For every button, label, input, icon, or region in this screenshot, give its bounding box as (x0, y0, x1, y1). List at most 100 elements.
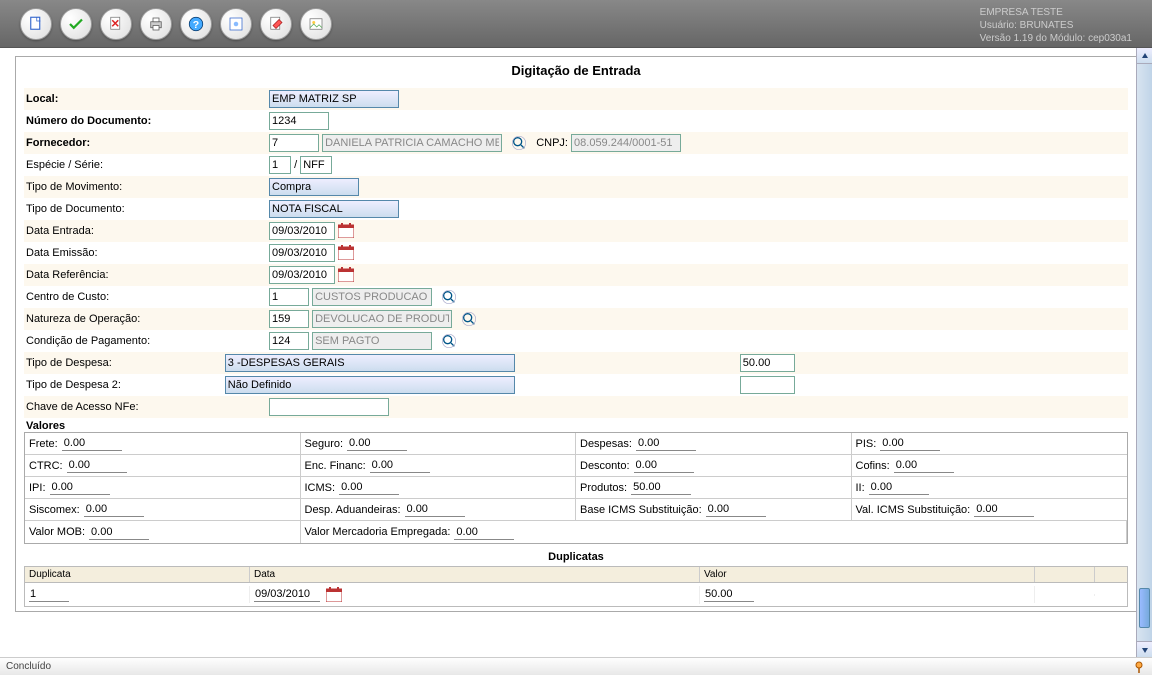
dup-col-data: Data (250, 567, 700, 582)
local-select[interactable]: EMP MATRIZ SP (269, 90, 399, 108)
pis-input (880, 436, 940, 451)
frete-input[interactable] (62, 436, 122, 451)
condicao-cod-input[interactable] (269, 332, 309, 350)
pis-label: PIS: (856, 438, 877, 450)
serie-input[interactable] (300, 156, 332, 174)
base-icms-sub-label: Base ICMS Substituição: (580, 504, 702, 516)
duplicatas-title: Duplicatas (24, 548, 1128, 566)
calendar-icon[interactable] (338, 267, 356, 283)
val-icms-sub-label: Val. ICMS Substituição: (856, 504, 971, 516)
natureza-lookup-icon[interactable] (459, 310, 479, 328)
tipo-despesa2-label: Tipo de Despesa 2: (24, 379, 225, 391)
print-button[interactable] (140, 8, 172, 40)
cancel-button[interactable] (100, 8, 132, 40)
header-info: EMPRESA TESTE Usuário: BRUNATES Versão 1… (980, 6, 1132, 45)
help-button[interactable]: ? (180, 8, 212, 40)
main-toolbar: ? EMPRESA TESTE Usuário: BRUNATES Versão… (0, 0, 1152, 48)
valor-merc-emp-input (454, 525, 514, 540)
ipi-label: IPI: (29, 482, 46, 494)
seguro-input[interactable] (347, 436, 407, 451)
cnpj-display (571, 134, 681, 152)
ii-input (869, 480, 929, 495)
desp-aduan-input (405, 502, 465, 517)
valores-title: Valores (24, 418, 1128, 432)
data-entrada-label: Data Entrada: (24, 225, 269, 237)
company-name: EMPRESA TESTE (980, 6, 1132, 19)
natureza-label: Natureza de Operação: (24, 313, 269, 325)
fornecedor-label: Fornecedor: (24, 137, 269, 149)
siscomex-input (84, 502, 144, 517)
local-label: Local: (24, 93, 269, 105)
calendar-icon[interactable] (338, 223, 356, 239)
produtos-label: Produtos: (580, 482, 627, 494)
tipo-movimento-label: Tipo de Movimento: (24, 181, 269, 193)
icms-input[interactable] (339, 480, 399, 495)
dup-valor-input[interactable] (704, 587, 754, 602)
desp-aduan-label: Desp. Aduandeiras: (305, 504, 401, 516)
data-ref-input[interactable] (269, 266, 335, 284)
new-doc-button[interactable] (20, 8, 52, 40)
centro-custo-lookup-icon[interactable] (439, 288, 459, 306)
fornecedor-lookup-icon[interactable] (509, 134, 529, 152)
chave-nfe-label: Chave de Acesso NFe: (24, 401, 269, 413)
encfin-input[interactable] (370, 458, 430, 473)
edit-button[interactable] (260, 8, 292, 40)
image-button[interactable] (300, 8, 332, 40)
dup-num-input[interactable] (29, 587, 69, 602)
tipo-despesa2-valor-input[interactable] (740, 376, 795, 394)
centro-custo-cod-input[interactable] (269, 288, 309, 306)
vertical-scrollbar[interactable] (1136, 48, 1152, 657)
cofins-label: Cofins: (856, 460, 890, 472)
status-text: Concluído (6, 661, 51, 672)
despesas-input[interactable] (636, 436, 696, 451)
produtos-input[interactable] (631, 480, 691, 495)
condicao-lookup-icon[interactable] (439, 332, 459, 350)
calendar-icon[interactable] (338, 245, 356, 261)
scroll-thumb[interactable] (1139, 588, 1150, 628)
ctrc-input[interactable] (67, 458, 127, 473)
numero-doc-input[interactable] (269, 112, 329, 130)
calendar-icon[interactable] (326, 587, 344, 603)
chave-nfe-input[interactable] (269, 398, 389, 416)
fornecedor-nome-display (322, 134, 502, 152)
especie-input[interactable] (269, 156, 291, 174)
numero-doc-label: Número do Documento: (24, 115, 269, 127)
confirm-button[interactable] (60, 8, 92, 40)
valor-mob-input (89, 525, 149, 540)
duplicatas-header: Duplicata Data Valor (24, 566, 1128, 583)
pin-icon[interactable] (1132, 660, 1146, 674)
condicao-label: Condição de Pagamento: (24, 335, 269, 347)
natureza-cod-input[interactable] (269, 310, 309, 328)
duplicata-row (24, 583, 1128, 607)
valor-mob-label: Valor MOB: (29, 526, 85, 538)
tipo-despesa-select[interactable]: 3 -DESPESAS GERAIS (225, 354, 515, 372)
scroll-up-icon[interactable] (1137, 48, 1152, 64)
config-button[interactable] (220, 8, 252, 40)
tipo-despesa2-select[interactable]: Não Definido (225, 376, 515, 394)
tipo-documento-label: Tipo de Documento: (24, 203, 269, 215)
tipo-movimento-select[interactable]: Compra (269, 178, 359, 196)
encfin-label: Enc. Financ: (305, 460, 366, 472)
condicao-desc (312, 332, 432, 350)
ipi-input[interactable] (50, 480, 110, 495)
dup-data-input[interactable] (254, 587, 320, 602)
tipo-documento-select[interactable]: NOTA FISCAL (269, 200, 399, 218)
data-emissao-label: Data Emissão: (24, 247, 269, 259)
data-entrada-input[interactable] (269, 222, 335, 240)
status-bar: Concluído (0, 657, 1152, 675)
natureza-desc (312, 310, 452, 328)
data-emissao-input[interactable] (269, 244, 335, 262)
val-icms-sub-input[interactable] (974, 502, 1034, 517)
fornecedor-cod-input[interactable] (269, 134, 319, 152)
desconto-input[interactable] (634, 458, 694, 473)
especie-serie-label: Espécie / Série: (24, 159, 269, 171)
tipo-despesa-valor-input[interactable] (740, 354, 795, 372)
version-label: Versão 1.19 do Módulo: cep030a1 (980, 32, 1132, 45)
scroll-down-icon[interactable] (1137, 641, 1152, 657)
ctrc-label: CTRC: (29, 460, 63, 472)
centro-custo-label: Centro de Custo: (24, 291, 269, 303)
base-icms-sub-input[interactable] (706, 502, 766, 517)
dup-col-duplicata: Duplicata (25, 567, 250, 582)
valores-box: Frete: Seguro: Despesas: PIS: CTRC: Enc.… (24, 432, 1128, 544)
desconto-label: Desconto: (580, 460, 630, 472)
